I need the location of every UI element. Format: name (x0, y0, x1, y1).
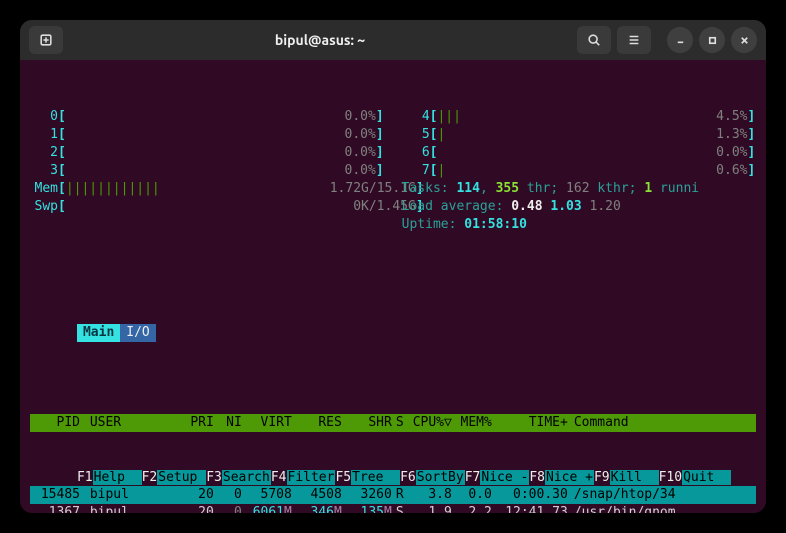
fn-key[interactable]: F3 (206, 470, 222, 485)
swap-meter-row: Swp[0K/1.45G] Load average: 0.48 1.03 1.… (30, 198, 756, 216)
fn-label[interactable]: Help (93, 470, 142, 485)
fn-label[interactable]: Filter (287, 470, 336, 485)
fn-label[interactable]: Nice + (545, 470, 594, 485)
fn-key[interactable]: F7 (465, 470, 481, 485)
mem-meter-row: Mem[||||||||||||1.72G/15.1G] Tasks: 114,… (30, 180, 756, 198)
cpu-meter-row: 2[0.0%] 6[0.0%] (30, 144, 756, 162)
terminal-content: 0[0.0%] 4[|||4.5%]1[0.0%] 5[|1.3%]2[0.0%… (20, 60, 766, 513)
fn-key[interactable]: F8 (529, 470, 545, 485)
fn-key[interactable]: F2 (142, 470, 158, 485)
fn-key[interactable]: F9 (594, 470, 610, 485)
uptime-row: Uptime: 01:58:10 (30, 216, 756, 234)
fn-label[interactable]: Nice - (480, 470, 529, 485)
minimize-button[interactable] (667, 27, 693, 53)
search-button[interactable] (577, 26, 611, 54)
tab-io[interactable]: I/O (120, 324, 155, 342)
cpu-meter-row: 0[0.0%] 4[|||4.5%] (30, 108, 756, 126)
close-button[interactable] (731, 27, 757, 53)
fn-key[interactable]: F1 (77, 470, 93, 485)
cpu-meter-row: 3[0.0%] 7[|0.6%] (30, 162, 756, 180)
titlebar: bipul@asus: ~ (20, 20, 766, 60)
fn-label[interactable]: Tree (351, 470, 400, 485)
window-title: bipul@asus: ~ (66, 32, 574, 48)
process-header[interactable]: PID USERPRINIVIRTRESSHRSCPU%▽MEM%TIME+Co… (30, 414, 756, 432)
fn-label[interactable]: Setup (157, 470, 206, 485)
fn-label[interactable]: Quit (682, 470, 731, 485)
fn-label[interactable]: Search (222, 470, 271, 485)
terminal-window: bipul@asus: ~ 0[0.0%] 4[|||4.5%]1[0.0%] … (20, 20, 766, 513)
tab-main[interactable]: Main (77, 324, 120, 342)
fn-key[interactable]: F5 (335, 470, 351, 485)
function-key-bar: F1Help F2Setup F3SearchF4FilterF5Tree F6… (20, 451, 766, 513)
fn-key[interactable]: F6 (400, 470, 416, 485)
fn-key[interactable]: F4 (271, 470, 287, 485)
maximize-button[interactable] (699, 27, 725, 53)
fn-label[interactable]: Kill (610, 470, 659, 485)
menu-button[interactable] (617, 26, 651, 54)
fn-key[interactable]: F10 (659, 470, 682, 485)
cpu-meter-row: 1[0.0%] 5[|1.3%] (30, 126, 756, 144)
new-tab-button[interactable] (29, 26, 63, 54)
fn-label[interactable]: SortBy (416, 470, 465, 485)
